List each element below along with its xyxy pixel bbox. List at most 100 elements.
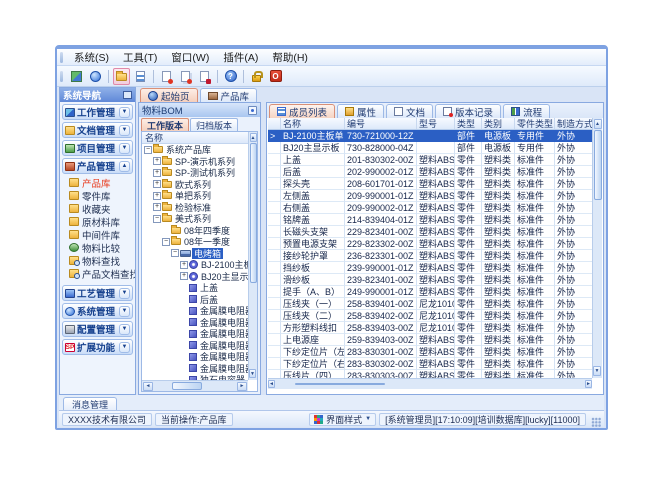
scroll-up-icon[interactable]: ▲	[250, 133, 257, 142]
sidebar-group-4[interactable]: 工艺管理▼	[62, 285, 133, 301]
table-row[interactable]: 压线夹（一）258-839401-00Z尼龙1010零件塑料类标准件外协条	[268, 298, 592, 310]
expand-node-icon[interactable]: +	[153, 192, 161, 200]
expand-icon[interactable]: ▼	[119, 306, 130, 317]
column-header-4[interactable]: 类别	[482, 118, 515, 129]
tree-node-16[interactable]: 金属膜电阻器	[142, 328, 248, 340]
collapse-node-icon[interactable]: −	[171, 249, 179, 257]
tree-node-6[interactable]: −美式系列	[142, 213, 248, 225]
tree-node-18[interactable]: 金属膜电阻器	[142, 351, 248, 363]
table-row[interactable]: >BJ-2100主板单点730-721000-12Z部件电源板专用件外协颗	[268, 130, 592, 142]
doc-tab-0[interactable]: 起始页	[140, 88, 198, 102]
expand-icon[interactable]: ▼	[119, 342, 130, 353]
tree-horizontal-scrollbar[interactable]: ◄ ►	[142, 380, 248, 391]
tree-node-14[interactable]: 金属膜电阻器	[142, 305, 248, 317]
expand-icon[interactable]: ▼	[119, 324, 130, 335]
sidebar-group-2[interactable]: 项目管理▼	[62, 140, 133, 156]
sidebar-item-1[interactable]: 零件库	[60, 189, 135, 202]
globe-icon[interactable]	[87, 68, 104, 85]
scroll-left-icon[interactable]: ◄	[143, 382, 153, 391]
member-tab-2[interactable]: 文档	[386, 104, 433, 118]
help-icon[interactable]: ?	[222, 68, 239, 85]
bom-tab-1[interactable]: 归档版本	[190, 118, 238, 131]
table-row[interactable]: 探头壳208-601701-01Z塑料ABS零件塑料类标准件外协条	[268, 178, 592, 190]
column-header-2[interactable]: 型号	[417, 118, 455, 129]
tree-node-9[interactable]: −电烤箱	[142, 248, 248, 260]
table-row[interactable]: 右侧盖209-990002-01Z塑料ABS零件塑料类标准件外协条	[268, 202, 592, 214]
column-header-6[interactable]: 制造方式	[555, 118, 592, 129]
sidebar-item-4[interactable]: 中间件库	[60, 228, 135, 241]
expand-node-icon[interactable]: +	[153, 180, 161, 188]
table-row[interactable]: 长磁头支架229-823401-00Z塑料ABS零件塑料类标准件外协条	[268, 226, 592, 238]
tree-node-7[interactable]: 08年四季度	[142, 225, 248, 237]
scroll-up-icon[interactable]: ▲	[594, 119, 602, 129]
expand-icon[interactable]: ▼	[119, 288, 130, 299]
scroll-right-icon[interactable]: ►	[237, 382, 247, 391]
member-tab-3[interactable]: 版本记录	[435, 104, 501, 118]
table-row[interactable]: 接纱轮护罩236-823301-00Z塑料ABS零件塑料类标准件外协条	[268, 250, 592, 262]
column-header-5[interactable]: 零件类型	[515, 118, 555, 129]
table-row[interactable]: 上电源座259-839403-00Z塑料ABS零件塑料类标准件外协条	[268, 334, 592, 346]
tree-node-8[interactable]: −08年一季度	[142, 236, 248, 248]
column-header-3[interactable]: 类型	[455, 118, 482, 129]
expand-node-icon[interactable]: +	[153, 157, 161, 165]
new-doc-icon[interactable]	[158, 68, 175, 85]
collapse-node-icon[interactable]: −	[162, 238, 170, 246]
member-tab-4[interactable]: 流程	[503, 104, 550, 118]
open-folder-icon[interactable]	[113, 68, 130, 85]
report-icon[interactable]	[132, 68, 149, 85]
pin-icon[interactable]	[248, 106, 257, 115]
panel-menu-icon[interactable]	[123, 91, 132, 99]
tree-node-4[interactable]: +单把系列	[142, 190, 248, 202]
tree-column-header[interactable]: 名称	[142, 132, 248, 144]
tree-node-10[interactable]: +BJ-2100主板单点	[142, 259, 248, 271]
tree-node-17[interactable]: 金属膜电阻器	[142, 340, 248, 352]
stamp-doc-icon[interactable]	[196, 68, 213, 85]
message-manage-tab[interactable]: 消息管理	[63, 397, 117, 410]
tree-node-11[interactable]: +BJ20主显示板	[142, 271, 248, 283]
sidebar-item-2[interactable]: 收藏夹	[60, 202, 135, 215]
sidebar-item-7[interactable]: 产品文档查找	[60, 267, 135, 280]
menu-item-3[interactable]: 插件(A)	[216, 52, 265, 64]
sidebar-group-6[interactable]: 配置管理▼	[62, 321, 133, 337]
sidebar-item-5[interactable]: 物料比较	[60, 241, 135, 254]
table-row[interactable]: 左侧盖209-990001-01Z塑料ABS零件塑料类标准件外协条	[268, 190, 592, 202]
menu-item-4[interactable]: 帮助(H)	[265, 52, 315, 64]
table-row[interactable]: 后盖202-990002-01Z塑料ABS零件塑料类标准件外协条	[268, 166, 592, 178]
resize-grip[interactable]	[591, 417, 601, 427]
table-hscroll-thumb[interactable]	[295, 383, 385, 385]
tree-node-19[interactable]: 金属膜电阻器	[142, 363, 248, 375]
column-header-1[interactable]: 编号	[345, 118, 417, 129]
menu-item-1[interactable]: 工具(T)	[116, 52, 164, 64]
lock-icon[interactable]	[248, 68, 265, 85]
table-row[interactable]: 滑纱板239-823401-00Z塑料ABS零件塑料类标准件外协条	[268, 274, 592, 286]
expand-node-icon[interactable]: +	[180, 261, 188, 269]
bom-tab-0[interactable]: 工作版本	[141, 118, 189, 131]
menu-item-0[interactable]: 系统(S)	[67, 52, 116, 64]
sidebar-group-1[interactable]: 文档管理▼	[62, 122, 133, 138]
tree-node-5[interactable]: +检验标准	[142, 202, 248, 214]
collapse-node-icon[interactable]: −	[153, 215, 161, 223]
column-header-0[interactable]: 名称	[281, 118, 345, 129]
table-row[interactable]: 上盖201-830302-00Z塑料ABS零件塑料类标准件外协条	[268, 154, 592, 166]
scroll-down-icon[interactable]: ▼	[593, 366, 601, 376]
table-vertical-scrollbar[interactable]: ▲ ▼	[592, 118, 602, 378]
table-row[interactable]: 下纱定位片（右）283-830302-00Z塑料ABS零件塑料类标准件外协条	[268, 358, 592, 370]
table-row[interactable]: 预置电源支架229-823302-00Z塑料ABS零件塑料类标准件外协条	[268, 238, 592, 250]
expand-node-icon[interactable]: +	[153, 203, 161, 211]
tree-node-0[interactable]: −系统产品库	[142, 144, 248, 156]
member-tab-1[interactable]: 属性	[337, 104, 384, 118]
sidebar-group-3[interactable]: 产品管理▲	[62, 158, 133, 174]
tree-node-1[interactable]: +SP-演示机系列	[142, 156, 248, 168]
expand-icon[interactable]: ▼	[119, 143, 130, 154]
modules-icon[interactable]	[68, 68, 85, 85]
toolbar-grip[interactable]	[60, 71, 63, 82]
tree-vscroll-thumb[interactable]	[250, 143, 257, 283]
sidebar-group-5[interactable]: 系统管理▼	[62, 303, 133, 319]
sidebar-item-6[interactable]: 物料查找	[60, 254, 135, 267]
table-horizontal-scrollbar[interactable]: ◄ ►	[268, 378, 592, 389]
collapse-node-icon[interactable]: −	[144, 146, 152, 154]
sidebar-group-0[interactable]: 工作管理▼	[62, 104, 133, 120]
doc-tab-1[interactable]: 产品库	[200, 88, 258, 102]
scroll-down-icon[interactable]: ▼	[249, 369, 256, 378]
table-vscroll-thumb[interactable]	[594, 130, 602, 200]
